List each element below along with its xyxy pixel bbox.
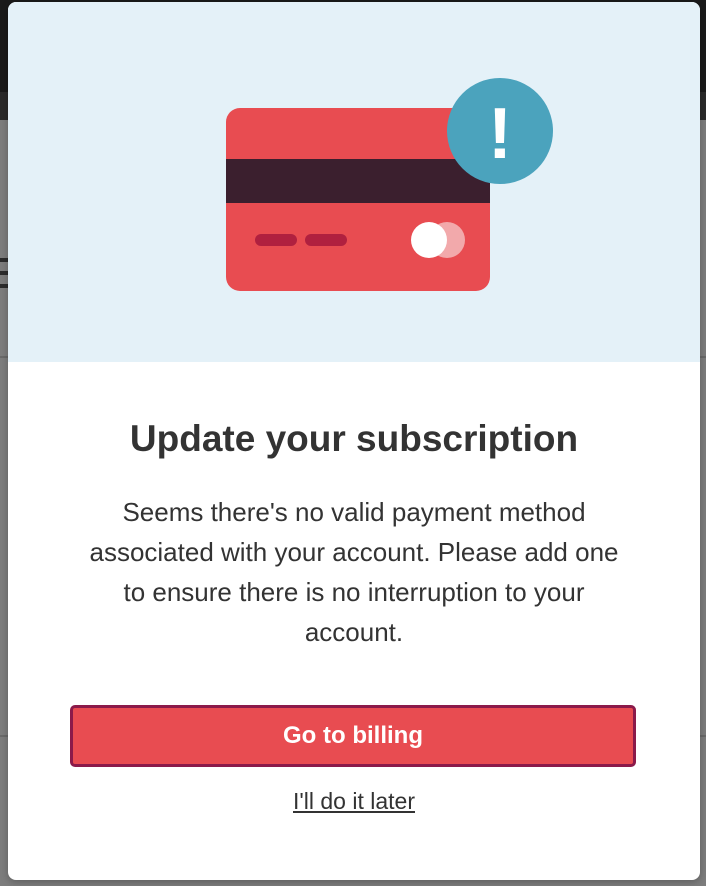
dialog-hero: !: [8, 2, 700, 362]
alert-badge-glyph: !: [488, 94, 512, 174]
do-it-later-link[interactable]: I'll do it later: [8, 788, 700, 815]
go-to-billing-button[interactable]: Go to billing: [70, 705, 636, 767]
update-subscription-dialog: ! Update your subscription Seems there's…: [8, 2, 700, 880]
exclamation-icon: !: [447, 78, 553, 184]
credit-card-icon: !: [226, 78, 553, 291]
dialog-message: Seems there's no valid payment method as…: [89, 497, 619, 647]
dialog-title: Update your subscription: [129, 418, 579, 459]
